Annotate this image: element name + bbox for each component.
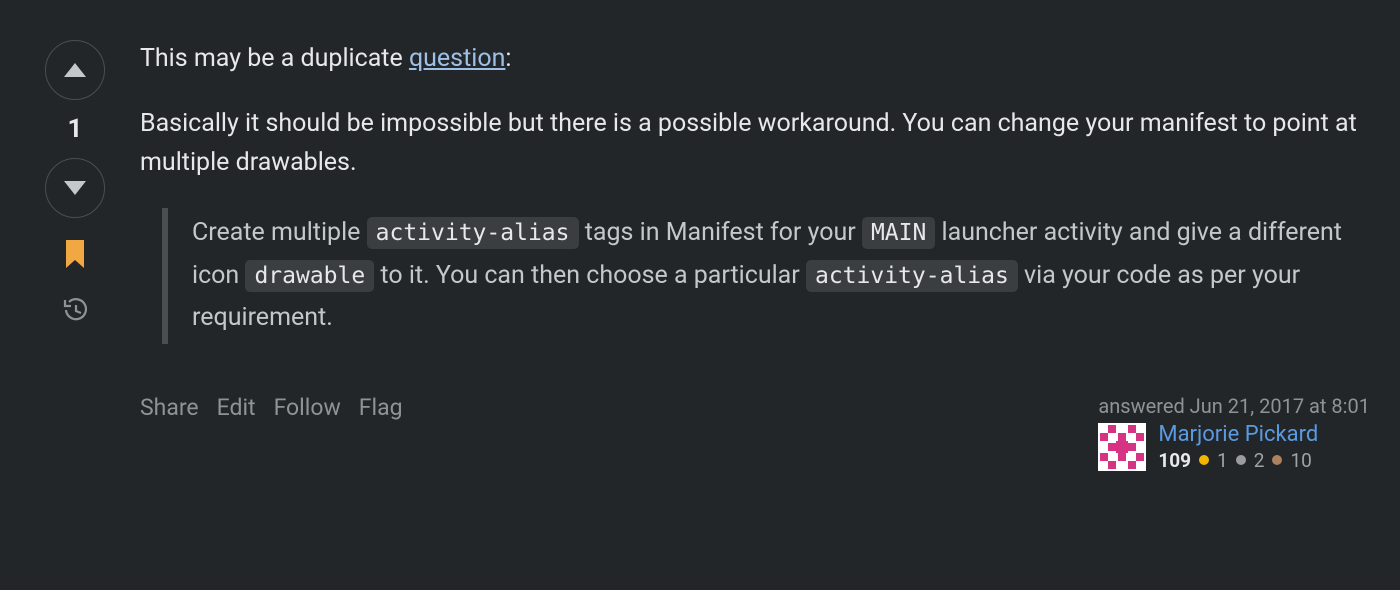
- quote-text: to it. You can then choose a particular: [374, 261, 806, 290]
- question-link[interactable]: question: [409, 44, 505, 73]
- intro-text: This may be a duplicate: [140, 44, 409, 73]
- silver-badge-icon: [1236, 455, 1246, 465]
- downvote-button[interactable]: [45, 158, 105, 218]
- caret-down-icon: [64, 181, 86, 195]
- intro-paragraph: This may be a duplicate question:: [140, 40, 1370, 79]
- code-main: MAIN: [862, 217, 935, 249]
- edit-link[interactable]: Edit: [217, 394, 256, 421]
- post-footer: Share Edit Follow Flag answered Jun 21, …: [140, 394, 1370, 472]
- avatar-icon: [1098, 423, 1146, 471]
- quote-text: tags in Manifest for your: [579, 218, 862, 247]
- bookmark-icon: [64, 240, 86, 268]
- code-activity-alias: activity-alias: [367, 217, 579, 249]
- follow-link[interactable]: Follow: [274, 394, 341, 421]
- user-card-body: Marjorie Pickard 109 1 2 10: [1098, 422, 1370, 472]
- flag-link[interactable]: Flag: [359, 394, 403, 421]
- answered-time: answered Jun 21, 2017 at 8:01: [1098, 394, 1370, 418]
- post-actions: Share Edit Follow Flag: [140, 394, 403, 421]
- reputation: 109: [1158, 449, 1191, 472]
- reputation-row: 109 1 2 10: [1158, 449, 1318, 472]
- quote-text: Create multiple: [192, 218, 367, 247]
- bronze-badge-icon: [1272, 455, 1282, 465]
- silver-count: 2: [1254, 449, 1265, 472]
- history-icon: [61, 296, 89, 324]
- body-paragraph: Basically it should be impossible but th…: [140, 105, 1370, 183]
- bookmark-button[interactable]: [55, 234, 95, 274]
- answer-body: This may be a duplicate question: Basica…: [120, 40, 1380, 472]
- gold-count: 1: [1217, 449, 1228, 472]
- code-drawable: drawable: [245, 260, 374, 292]
- upvote-button[interactable]: [45, 40, 105, 100]
- blockquote: Create multiple activity-alias tags in M…: [162, 208, 1370, 344]
- user-info: Marjorie Pickard 109 1 2 10: [1158, 422, 1318, 472]
- user-card: answered Jun 21, 2017 at 8:01: [1098, 394, 1370, 472]
- caret-up-icon: [64, 63, 86, 77]
- answer-post: 1 This may be a duplicate question: Basi…: [0, 0, 1400, 472]
- history-button[interactable]: [55, 290, 95, 330]
- intro-colon: :: [505, 44, 511, 73]
- share-link[interactable]: Share: [140, 394, 199, 421]
- gold-badge-icon: [1199, 455, 1209, 465]
- vote-score: 1: [68, 108, 83, 150]
- bronze-count: 10: [1290, 449, 1311, 472]
- avatar[interactable]: [1098, 423, 1146, 471]
- code-activity-alias-2: activity-alias: [806, 260, 1018, 292]
- username-link[interactable]: Marjorie Pickard: [1158, 422, 1318, 447]
- vote-column: 1: [30, 40, 120, 472]
